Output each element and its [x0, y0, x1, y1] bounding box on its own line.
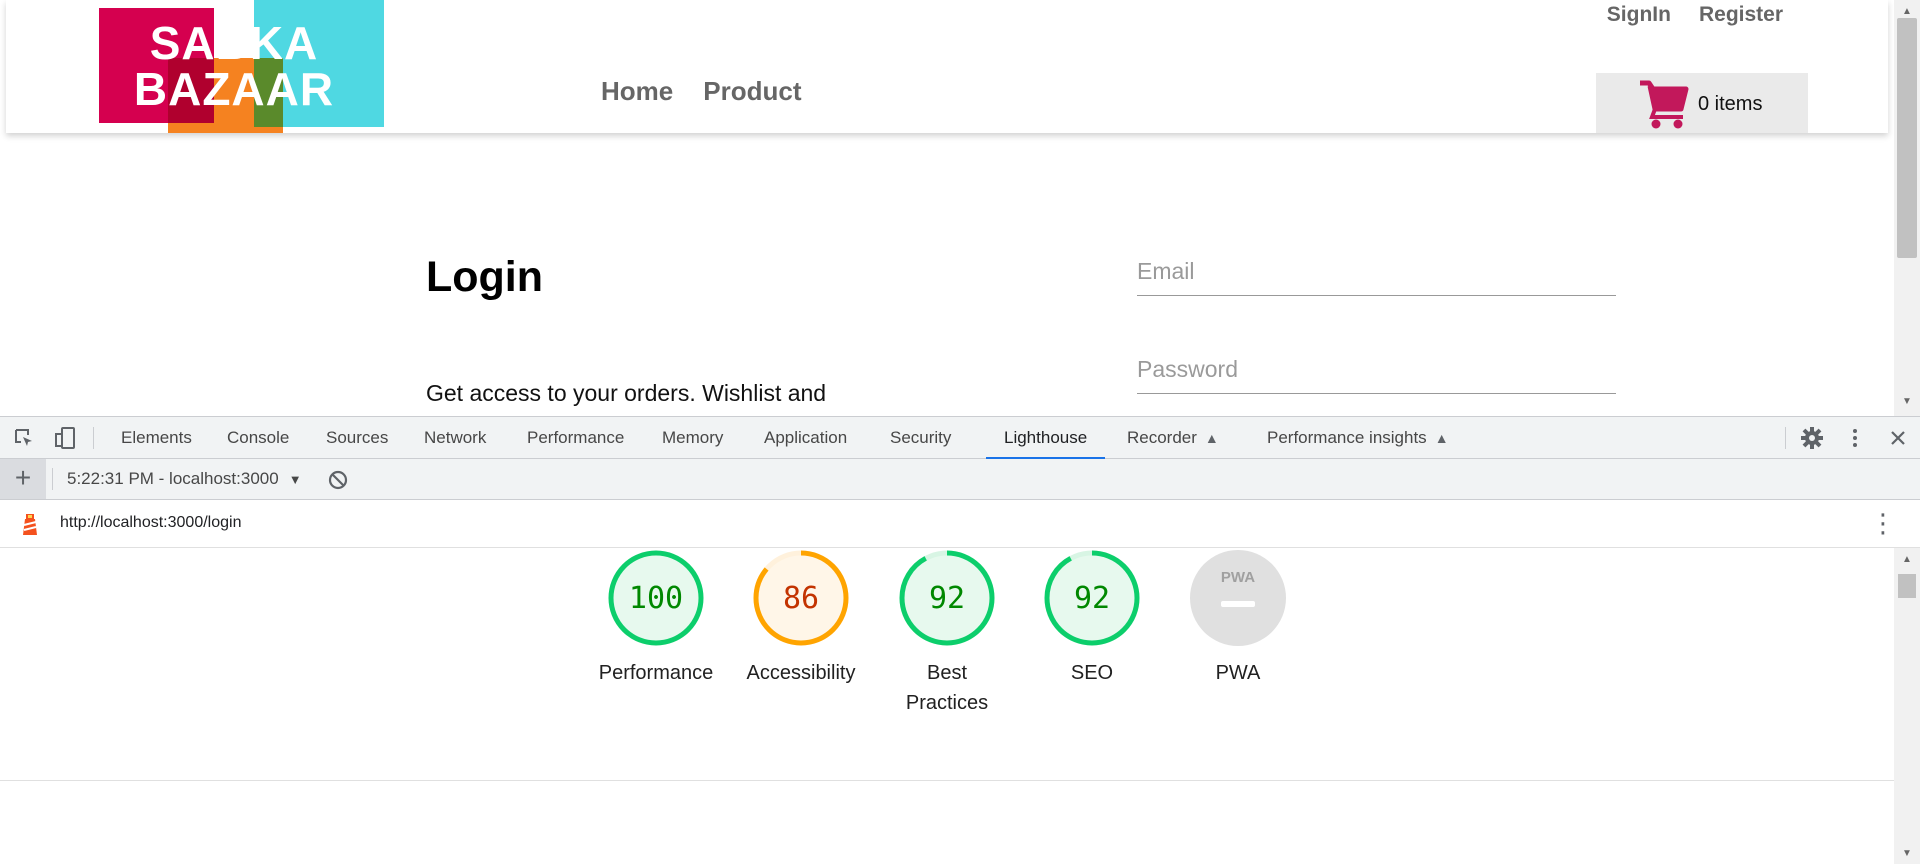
gauge-best-practices[interactable]: 92 Best Practices [872, 548, 1022, 718]
tab-performance-insights[interactable]: Performance insights ▲ [1265, 417, 1451, 459]
accessibility-score: 86 [783, 581, 819, 616]
gauge-label: Accessibility [746, 662, 856, 684]
gauge-accessibility[interactable]: 86 Accessibility [726, 548, 876, 688]
devtools-panel: Elements Console Sources Network Perform… [0, 416, 1920, 864]
email-field-wrapper [1137, 254, 1616, 296]
website-viewport: SABKA BAZAAR Home Product SignIn Registe… [0, 0, 1920, 416]
report-url: http://localhost:3000/login [60, 514, 242, 531]
tab-performance-insights-label: Performance insights [1267, 428, 1427, 447]
lighthouse-icon [23, 514, 37, 535]
report-scrollbar-thumb[interactable] [1898, 574, 1916, 598]
site-scrollbar-thumb[interactable] [1897, 18, 1917, 258]
clear-reports-icon[interactable] [326, 468, 350, 492]
lighthouse-toolbar: + 5:22:31 PM - localhost:3000 ▼ [0, 459, 1920, 500]
device-toolbar-icon[interactable] [53, 426, 77, 450]
more-options-vertical-icon[interactable] [1843, 426, 1867, 450]
gauge-label: Performance [598, 662, 714, 684]
tab-elements[interactable]: Elements [119, 417, 194, 459]
gauge-pwa[interactable]: PWA PWA [1163, 548, 1313, 688]
performance-score-ring: 100 [608, 550, 704, 646]
devtools-tabbar: Elements Console Sources Network Perform… [0, 417, 1920, 459]
gauge-label: Best Practices [905, 662, 989, 714]
cart-item-count: 0 items [1698, 93, 1763, 115]
close-devtools-icon[interactable] [1886, 426, 1910, 450]
lighthouse-report: 100 Performance 86 Accessibility 92 Best… [0, 548, 1894, 864]
signin-link[interactable]: SignIn [1607, 3, 1671, 27]
report-menu-icon[interactable]: ⋮ [1870, 510, 1896, 536]
tab-lighthouse[interactable]: Lighthouse [985, 417, 1106, 459]
login-title: Login [426, 253, 544, 301]
password-field-wrapper [1137, 352, 1616, 394]
seo-score-ring: 92 [1044, 550, 1140, 646]
report-selector-label: 5:22:31 PM - localhost:3000 [67, 469, 279, 488]
seo-score: 92 [1074, 581, 1110, 616]
new-report-plus-icon[interactable]: + [0, 459, 46, 499]
tab-console[interactable]: Console [225, 417, 291, 459]
report-selector-dropdown[interactable]: 5:22:31 PM - localhost:3000 ▼ [67, 469, 302, 489]
main-nav: Home Product [601, 76, 801, 107]
scroll-up-arrow-icon[interactable]: ▲ [1902, 6, 1912, 17]
tab-application[interactable]: Application [762, 417, 849, 459]
tab-recorder[interactable]: Recorder ▲ [1125, 417, 1221, 459]
inspect-element-icon[interactable] [12, 426, 36, 450]
email-input[interactable] [1137, 254, 1616, 285]
auth-links: SignIn Register [1607, 3, 1783, 27]
report-url-bar: http://localhost:3000/login ⋮ [0, 500, 1920, 548]
gauge-label: PWA [1215, 662, 1261, 684]
tab-security[interactable]: Security [888, 417, 953, 459]
logo-text: SABKA BAZAAR [133, 17, 335, 115]
report-scrollbar[interactable]: ▲ ▼ [1894, 548, 1920, 864]
best-practices-score: 92 [929, 581, 965, 616]
settings-gear-icon[interactable] [1800, 426, 1824, 450]
sabka-bazaar-logo[interactable]: SABKA BAZAAR [99, 0, 384, 133]
accessibility-score-ring: 86 [753, 550, 849, 646]
pwa-badge-text: PWA [1221, 569, 1255, 586]
tab-performance[interactable]: Performance [525, 417, 626, 459]
tab-memory[interactable]: Memory [660, 417, 725, 459]
tab-recorder-label: Recorder [1127, 428, 1197, 447]
scroll-down-arrow-icon[interactable]: ▼ [1902, 848, 1912, 859]
site-scrollbar[interactable]: ▲ ▼ [1894, 0, 1920, 416]
register-link[interactable]: Register [1699, 3, 1783, 27]
tab-sources[interactable]: Sources [324, 417, 390, 459]
gauge-performance[interactable]: 100 Performance [581, 548, 731, 688]
performance-score: 100 [629, 581, 683, 616]
report-divider [0, 780, 1894, 781]
site-header: SABKA BAZAAR Home Product SignIn Registe… [6, 0, 1888, 133]
best-practices-score-ring: 92 [899, 550, 995, 646]
login-description: Get access to your orders. Wishlist and … [426, 380, 827, 406]
cart-button[interactable]: 0 items [1596, 73, 1808, 133]
experiment-flask-icon: ▲ [1434, 430, 1449, 446]
experiment-flask-icon: ▲ [1204, 430, 1219, 446]
app-window: SABKA BAZAAR Home Product SignIn Registe… [0, 0, 1920, 864]
pwa-badge-icon: PWA [1190, 550, 1286, 646]
gauge-label: SEO [1070, 662, 1114, 684]
password-input[interactable] [1137, 352, 1616, 383]
cart-icon [1640, 80, 1689, 129]
tab-network[interactable]: Network [422, 417, 488, 459]
scroll-up-arrow-icon[interactable]: ▲ [1902, 554, 1912, 565]
nav-product-link[interactable]: Product [703, 76, 801, 107]
scroll-down-arrow-icon[interactable]: ▼ [1902, 396, 1912, 407]
gauge-seo[interactable]: 92 SEO [1017, 548, 1167, 688]
nav-home-link[interactable]: Home [601, 76, 673, 107]
dropdown-caret-icon: ▼ [288, 472, 302, 487]
